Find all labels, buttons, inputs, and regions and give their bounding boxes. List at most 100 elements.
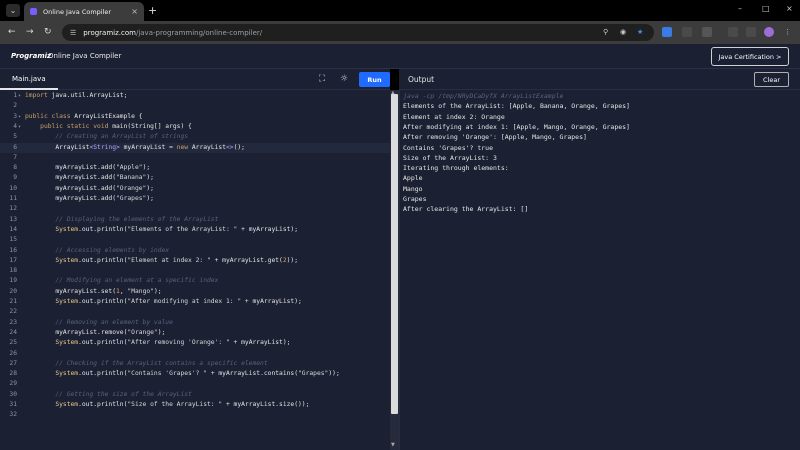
code-line[interactable]: 8 myArrayList.add("Apple");	[0, 163, 390, 173]
code-line[interactable]: 11 myArrayList.add("Grapes");	[0, 194, 390, 204]
code-line[interactable]: 31 System.out.println("Size of the Array…	[0, 400, 390, 410]
output-line: Iterating through elements:	[403, 164, 509, 173]
code-text: myArrayList.add("Apple");	[55, 164, 151, 172]
java-certification-button[interactable]: Java Certification >	[711, 47, 789, 66]
minimize-icon[interactable]: –	[738, 4, 742, 13]
code-line[interactable]: 24 myArrayList.remove("Orange");	[0, 328, 390, 338]
line-number: 25	[9, 339, 17, 347]
new-tab-icon[interactable]: +	[148, 4, 157, 17]
url-path: /java-programming/online-compiler/	[135, 28, 263, 37]
code-line[interactable]: 7	[0, 153, 390, 163]
code-line[interactable]: 27 // Checking if the ArrayList contains…	[0, 359, 390, 369]
output-command: java -cp /tmp/NRyDCaDyfX ArrayListExampl…	[403, 92, 564, 100]
address-bar[interactable]: ☰ programiz.com/java-programming/online-…	[62, 24, 654, 41]
browser-tab[interactable]: Online Java Compiler ×	[24, 2, 144, 21]
reload-icon[interactable]: ↻	[44, 27, 52, 37]
url-host: programiz.com	[83, 28, 136, 37]
fold-chevron-icon[interactable]: ▾	[18, 91, 21, 101]
line-number: 4	[13, 122, 17, 130]
code-text: // Removing an element by value	[55, 318, 173, 326]
code-line[interactable]: 23 // Removing an element by value	[0, 318, 390, 328]
output-line: After removing 'Orange': [Apple, Mango, …	[403, 133, 587, 142]
fullscreen-icon[interactable]: ⛶	[315, 73, 329, 86]
line-number: 28	[9, 370, 17, 378]
code-line[interactable]: 13 // Displaying the elements of the Arr…	[0, 215, 390, 225]
code-line[interactable]: 9 myArrayList.add("Banana");	[0, 173, 390, 183]
fold-chevron-icon[interactable]: ▾	[18, 112, 21, 122]
output-line: After modifying at index 1: [Apple, Mang…	[403, 122, 630, 131]
scroll-down-icon[interactable]: ▼	[391, 442, 395, 448]
line-number: 16	[9, 246, 17, 254]
code-line[interactable]: 32	[0, 410, 390, 420]
eye-off-icon[interactable]: ◉	[620, 28, 626, 36]
code-editor[interactable]: 1 ▾ import java.util.ArrayList; 2 3 ▾ public c…	[0, 90, 390, 450]
run-button[interactable]: Run	[359, 72, 390, 87]
code-text: myArrayList.add("Orange");	[55, 184, 154, 192]
code-text: // Displaying the elements of the ArrayL…	[55, 215, 219, 223]
clear-button[interactable]: Clear	[754, 72, 789, 87]
line-number: 24	[9, 328, 17, 336]
code-text: // Modifying an element at a specific in…	[55, 277, 219, 285]
code-line[interactable]: 20 myArrayList.set(1, "Mango");	[0, 287, 390, 297]
code-line[interactable]: 19 // Modifying an element at a specific…	[0, 276, 390, 286]
side-panel-icon[interactable]	[746, 27, 756, 37]
code-line[interactable]: 28 System.out.println("Contains 'Grapes'…	[0, 369, 390, 379]
back-icon[interactable]: ←	[8, 27, 16, 37]
code-line[interactable]: 22	[0, 307, 390, 317]
code-line[interactable]: 15	[0, 235, 390, 245]
line-number: 14	[9, 225, 17, 233]
code-text: myArrayList.add("Banana");	[55, 174, 154, 182]
extension-icon[interactable]	[662, 27, 672, 37]
code-line[interactable]: 29	[0, 379, 390, 389]
browser-menu-icon[interactable]: ⋮	[784, 28, 791, 36]
code-line[interactable]: 4 ▾ public static void main(String[] args…	[0, 122, 390, 132]
media-icon[interactable]	[728, 27, 738, 37]
code-line[interactable]: 12	[0, 204, 390, 214]
code-line[interactable]: 6 ArrayList<String> myArrayList = new Ar…	[0, 142, 390, 153]
line-number: 30	[9, 390, 17, 398]
scrollbar-thumb[interactable]	[391, 94, 398, 414]
line-number: 23	[9, 318, 17, 326]
code-text: System.out.println("Elements of the Arra…	[55, 225, 299, 233]
forward-icon[interactable]: →	[26, 27, 34, 37]
bookmark-star-icon[interactable]: ★	[637, 28, 643, 36]
line-number: 18	[9, 267, 17, 275]
zoom-search-icon[interactable]: ⚲	[603, 28, 608, 36]
profile-avatar[interactable]	[764, 27, 774, 37]
code-line[interactable]: 21 System.out.println("After modifying a…	[0, 297, 390, 307]
code-line[interactable]: 3 ▾ public class ArrayListExample {	[0, 112, 390, 122]
tab-close-icon[interactable]: ×	[131, 7, 138, 16]
fold-chevron-icon[interactable]: ▾	[18, 122, 21, 132]
file-tab-main-java[interactable]: Main.java	[0, 69, 58, 90]
maximize-icon[interactable]: □	[762, 4, 770, 13]
extension-icon[interactable]	[682, 27, 692, 37]
code-text: // Creating an ArrayList of strings	[55, 133, 189, 141]
programiz-logo[interactable]: Programiz	[11, 52, 51, 60]
code-text: // Getting the size of the ArrayList	[55, 390, 192, 398]
code-line[interactable]: 17 System.out.println("Element at index …	[0, 256, 390, 266]
code-line[interactable]: 26	[0, 349, 390, 359]
editor-scrollbar[interactable]: ▲ ▼	[390, 90, 399, 450]
code-line[interactable]: 5 // Creating an ArrayList of strings	[0, 132, 390, 142]
code-text: myArrayList.set(1, "Mango");	[55, 287, 162, 295]
line-number: 5	[13, 133, 17, 141]
site-info-icon[interactable]: ☰	[70, 29, 76, 37]
close-window-icon[interactable]: ×	[786, 4, 793, 13]
code-line[interactable]: 10 myArrayList.add("Orange");	[0, 184, 390, 194]
code-line[interactable]: 14 System.out.println("Elements of the A…	[0, 225, 390, 235]
code-line[interactable]: 1 ▾ import java.util.ArrayList;	[0, 91, 390, 101]
theme-toggle-icon[interactable]: ☼	[337, 73, 351, 86]
code-line[interactable]: 25 System.out.println("After removing 'O…	[0, 338, 390, 348]
code-text: System.out.println("Contains 'Grapes'? "…	[55, 370, 340, 378]
site-header: Programiz Online Java Compiler Java Cert…	[0, 44, 800, 69]
line-number: 8	[13, 164, 17, 172]
line-number: 26	[9, 349, 17, 357]
code-line[interactable]: 2	[0, 101, 390, 111]
extensions-puzzle-icon[interactable]	[702, 27, 712, 37]
line-number: 11	[9, 195, 17, 202]
line-number: 2	[13, 102, 17, 110]
code-line[interactable]: 16 // Accessing elements by index	[0, 246, 390, 256]
tab-search-icon[interactable]: ⌄	[6, 4, 20, 17]
code-line[interactable]: 30 // Getting the size of the ArrayList	[0, 390, 390, 400]
code-line[interactable]: 18	[0, 266, 390, 276]
